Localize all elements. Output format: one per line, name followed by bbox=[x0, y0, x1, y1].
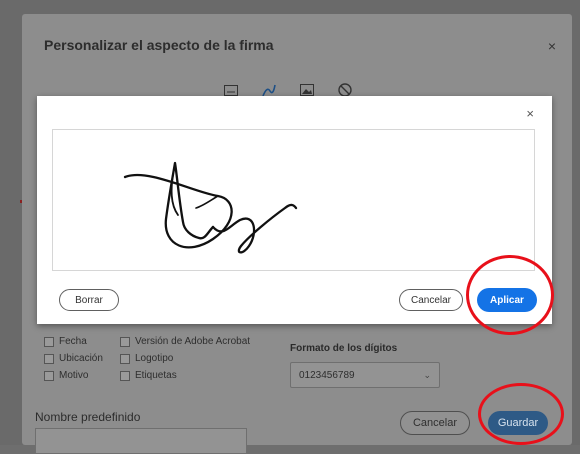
close-icon[interactable]: × bbox=[526, 106, 534, 121]
checkbox-label: Fecha bbox=[59, 336, 87, 347]
checkbox-label: Motivo bbox=[59, 370, 89, 381]
draw-signature-dialog: × Borrar Cancelar Aplicar bbox=[37, 96, 552, 324]
dialog-title: Personalizar el aspecto de la firma bbox=[44, 37, 274, 53]
clear-button[interactable]: Borrar bbox=[59, 289, 119, 311]
signature-stroke bbox=[123, 161, 298, 254]
chevron-down-icon: ⌄ bbox=[423, 370, 431, 380]
digits-format-value: 0123456789 bbox=[299, 369, 355, 381]
cancel-button[interactable]: Cancelar bbox=[399, 289, 463, 311]
info-checkboxes-left: Fecha Ubicación Motivo bbox=[44, 333, 103, 384]
apply-button[interactable]: Aplicar bbox=[477, 288, 537, 312]
checkbox-etiquetas[interactable]: Etiquetas bbox=[120, 367, 250, 384]
checkbox[interactable] bbox=[44, 370, 54, 381]
checkbox-label: Logotipo bbox=[135, 353, 174, 364]
digits-format-select[interactable]: 0123456789 ⌄ bbox=[290, 362, 440, 388]
checkbox[interactable] bbox=[120, 353, 130, 364]
checkbox[interactable] bbox=[44, 353, 54, 364]
preset-name-input[interactable] bbox=[35, 428, 247, 454]
checkbox-label: Ubicación bbox=[59, 353, 103, 364]
checkbox[interactable] bbox=[44, 336, 54, 347]
checkbox-fecha[interactable]: Fecha bbox=[44, 333, 103, 350]
save-button[interactable]: Guardar bbox=[488, 411, 548, 435]
checkbox-label: Etiquetas bbox=[135, 370, 177, 381]
cancel-button[interactable]: Cancelar bbox=[400, 411, 470, 435]
checkbox-motivo[interactable]: Motivo bbox=[44, 367, 103, 384]
signature-drawing-area[interactable] bbox=[52, 129, 535, 271]
checkbox-logotipo[interactable]: Logotipo bbox=[120, 350, 250, 367]
checkbox-label: Versión de Adobe Acrobat bbox=[135, 336, 251, 347]
info-checkboxes-right: Versión de Adobe Acrobat Logotipo Etique… bbox=[120, 333, 250, 384]
digits-format-label: Formato de los dígitos bbox=[290, 343, 398, 354]
checkbox-version[interactable]: Versión de Adobe Acrobat bbox=[120, 333, 250, 350]
checkbox-ubicacion[interactable]: Ubicación bbox=[44, 350, 103, 367]
preset-name-label: Nombre predefinido bbox=[35, 410, 141, 424]
close-icon[interactable]: × bbox=[548, 38, 556, 54]
checkbox[interactable] bbox=[120, 336, 130, 347]
checkbox[interactable] bbox=[120, 370, 130, 381]
